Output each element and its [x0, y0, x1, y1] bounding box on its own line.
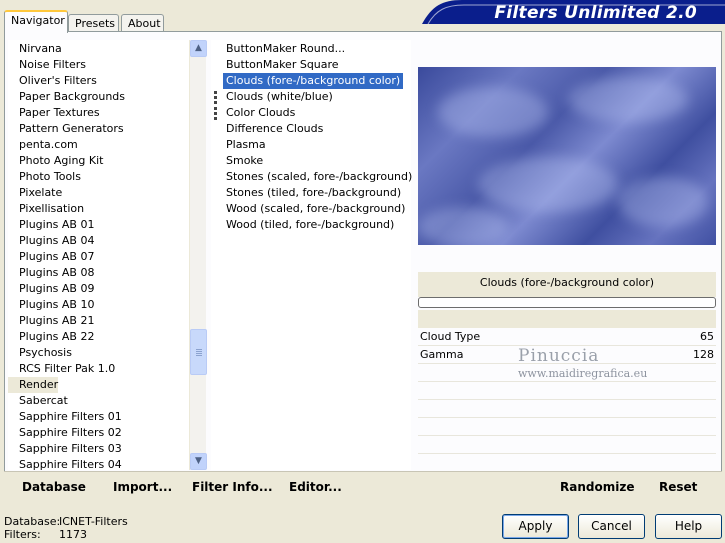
effect-item[interactable]: ButtonMaker Round... [223, 41, 348, 57]
param-name: Cloud Type [420, 330, 481, 343]
reset-button[interactable]: Reset [659, 480, 697, 494]
bottom-toolbar: Database Import... Filter Info... Editor… [4, 471, 722, 501]
param-row-empty [418, 418, 716, 436]
effect-item[interactable]: ButtonMaker Square [223, 57, 342, 73]
category-item[interactable]: Plugins AB 07 [8, 249, 94, 265]
banner-title: Filters Unlimited 2.0 [494, 3, 697, 23]
favorite-marker-icon [214, 117, 217, 120]
tab-about[interactable]: About [121, 14, 164, 32]
category-item[interactable]: Photo Tools [8, 169, 81, 185]
tab-presets[interactable]: Presets [68, 14, 119, 32]
category-item[interactable]: Pixellisation [8, 201, 84, 217]
param-row-empty [418, 400, 716, 418]
category-item[interactable]: Sapphire Filters 02 [8, 425, 122, 441]
cancel-button[interactable]: Cancel [578, 514, 645, 539]
watermark-name: Pinuccia [518, 346, 600, 366]
effect-item[interactable]: Difference Clouds [223, 121, 326, 137]
title-banner: Filters Unlimited 2.0 [422, 0, 725, 24]
category-item[interactable]: Nirvana [8, 41, 62, 57]
effect-list[interactable]: ButtonMaker Round... ButtonMaker Square Cl… [211, 40, 412, 470]
database-label: Database: [4, 515, 61, 528]
favorite-marker-icon [214, 96, 217, 99]
filters-info: Filters: 1173 [4, 528, 87, 541]
param-row-empty [418, 382, 716, 400]
favorite-marker-icon [214, 107, 217, 110]
import-button[interactable]: Import... [113, 480, 172, 494]
editor-button[interactable]: Editor... [289, 480, 342, 494]
category-item[interactable]: Noise Filters [8, 57, 86, 73]
category-item[interactable]: Plugins AB 22 [8, 329, 94, 345]
category-item[interactable]: Oliver's Filters [8, 73, 97, 89]
category-item[interactable]: Render [8, 377, 59, 393]
category-item[interactable]: Photo Aging Kit [8, 153, 103, 169]
category-item[interactable]: Pattern Generators [8, 121, 124, 137]
category-item[interactable]: Paper Backgrounds [8, 89, 125, 105]
navigator-panel: Nirvana Noise Filters Oliver's Filters Pape… [4, 31, 722, 501]
category-item[interactable]: Plugins AB 21 [8, 313, 94, 329]
preview-effect-name: Clouds (fore-/background color) [479, 276, 655, 289]
param-row-empty [418, 436, 716, 454]
favorite-marker-icon [214, 91, 217, 94]
category-item[interactable]: Plugins AB 01 [8, 217, 94, 233]
scroll-thumb[interactable] [190, 329, 207, 375]
category-item[interactable]: Sabercat [8, 393, 68, 409]
scroll-up-icon[interactable]: ▲ [190, 40, 207, 57]
category-item[interactable]: Sapphire Filters 01 [8, 409, 122, 425]
progress-bar [418, 297, 716, 308]
scroll-down-icon[interactable]: ▼ [190, 453, 207, 470]
category-scrollbar[interactable]: ▲ ▼ [189, 40, 207, 470]
category-item[interactable]: Paper Textures [8, 105, 100, 121]
favorite-marker-icon [214, 101, 217, 104]
category-item[interactable]: Pixelate [8, 185, 62, 201]
param-row[interactable]: Cloud Type 65 [418, 328, 716, 346]
preview-image [418, 67, 716, 245]
category-item[interactable]: Plugins AB 09 [8, 281, 94, 297]
category-item[interactable]: Plugins AB 10 [8, 297, 94, 313]
effect-item[interactable]: Stones (scaled, fore-/background) [223, 169, 415, 185]
param-name: Gamma [420, 348, 464, 361]
tab-navigator[interactable]: Navigator [4, 10, 68, 33]
category-item[interactable]: Plugins AB 04 [8, 233, 94, 249]
watermark-url: www.maidiregrafica.eu [518, 367, 648, 380]
help-button[interactable]: Help [655, 514, 722, 539]
effect-item[interactable]: Smoke [223, 153, 266, 169]
filters-label: Filters: [4, 528, 41, 541]
category-item[interactable]: penta.com [8, 137, 78, 153]
effect-item[interactable]: Wood (scaled, fore-/background) [223, 201, 408, 217]
filter-info-button[interactable]: Filter Info... [192, 480, 273, 494]
randomize-button[interactable]: Randomize [560, 480, 634, 494]
param-value: 128 [693, 348, 714, 361]
category-item[interactable]: Psychosis [8, 345, 72, 361]
category-item[interactable]: Plugins AB 08 [8, 265, 94, 281]
category-item[interactable]: RCS Filter Pak 1.0 [8, 361, 115, 377]
favorite-marker-icon [214, 112, 217, 115]
category-list[interactable]: Nirvana Noise Filters Oliver's Filters Pape… [8, 40, 206, 471]
effect-item[interactable]: Color Clouds [223, 105, 298, 121]
category-item[interactable]: Sapphire Filters 03 [8, 441, 122, 457]
database-button[interactable]: Database [22, 480, 86, 494]
effect-item[interactable]: Clouds (white/blue) [223, 89, 336, 105]
apply-button[interactable]: Apply [502, 514, 569, 539]
effect-item[interactable]: Wood (tiled, fore-/background) [223, 217, 397, 233]
effect-item[interactable]: Stones (tiled, fore-/background) [223, 185, 404, 201]
database-value: ICNET-Filters [59, 515, 128, 528]
param-value: 65 [700, 330, 714, 343]
param-row-empty [418, 454, 716, 472]
filters-value: 1173 [59, 528, 87, 541]
effect-item[interactable]: Plasma [223, 137, 269, 153]
database-info: Database: ICNET-Filters [4, 515, 128, 528]
parameter-list: Cloud Type 65 Gamma 128 Pinuccia www.mai… [418, 328, 716, 472]
effect-item[interactable]: Clouds (fore-/background color) [221, 72, 405, 90]
